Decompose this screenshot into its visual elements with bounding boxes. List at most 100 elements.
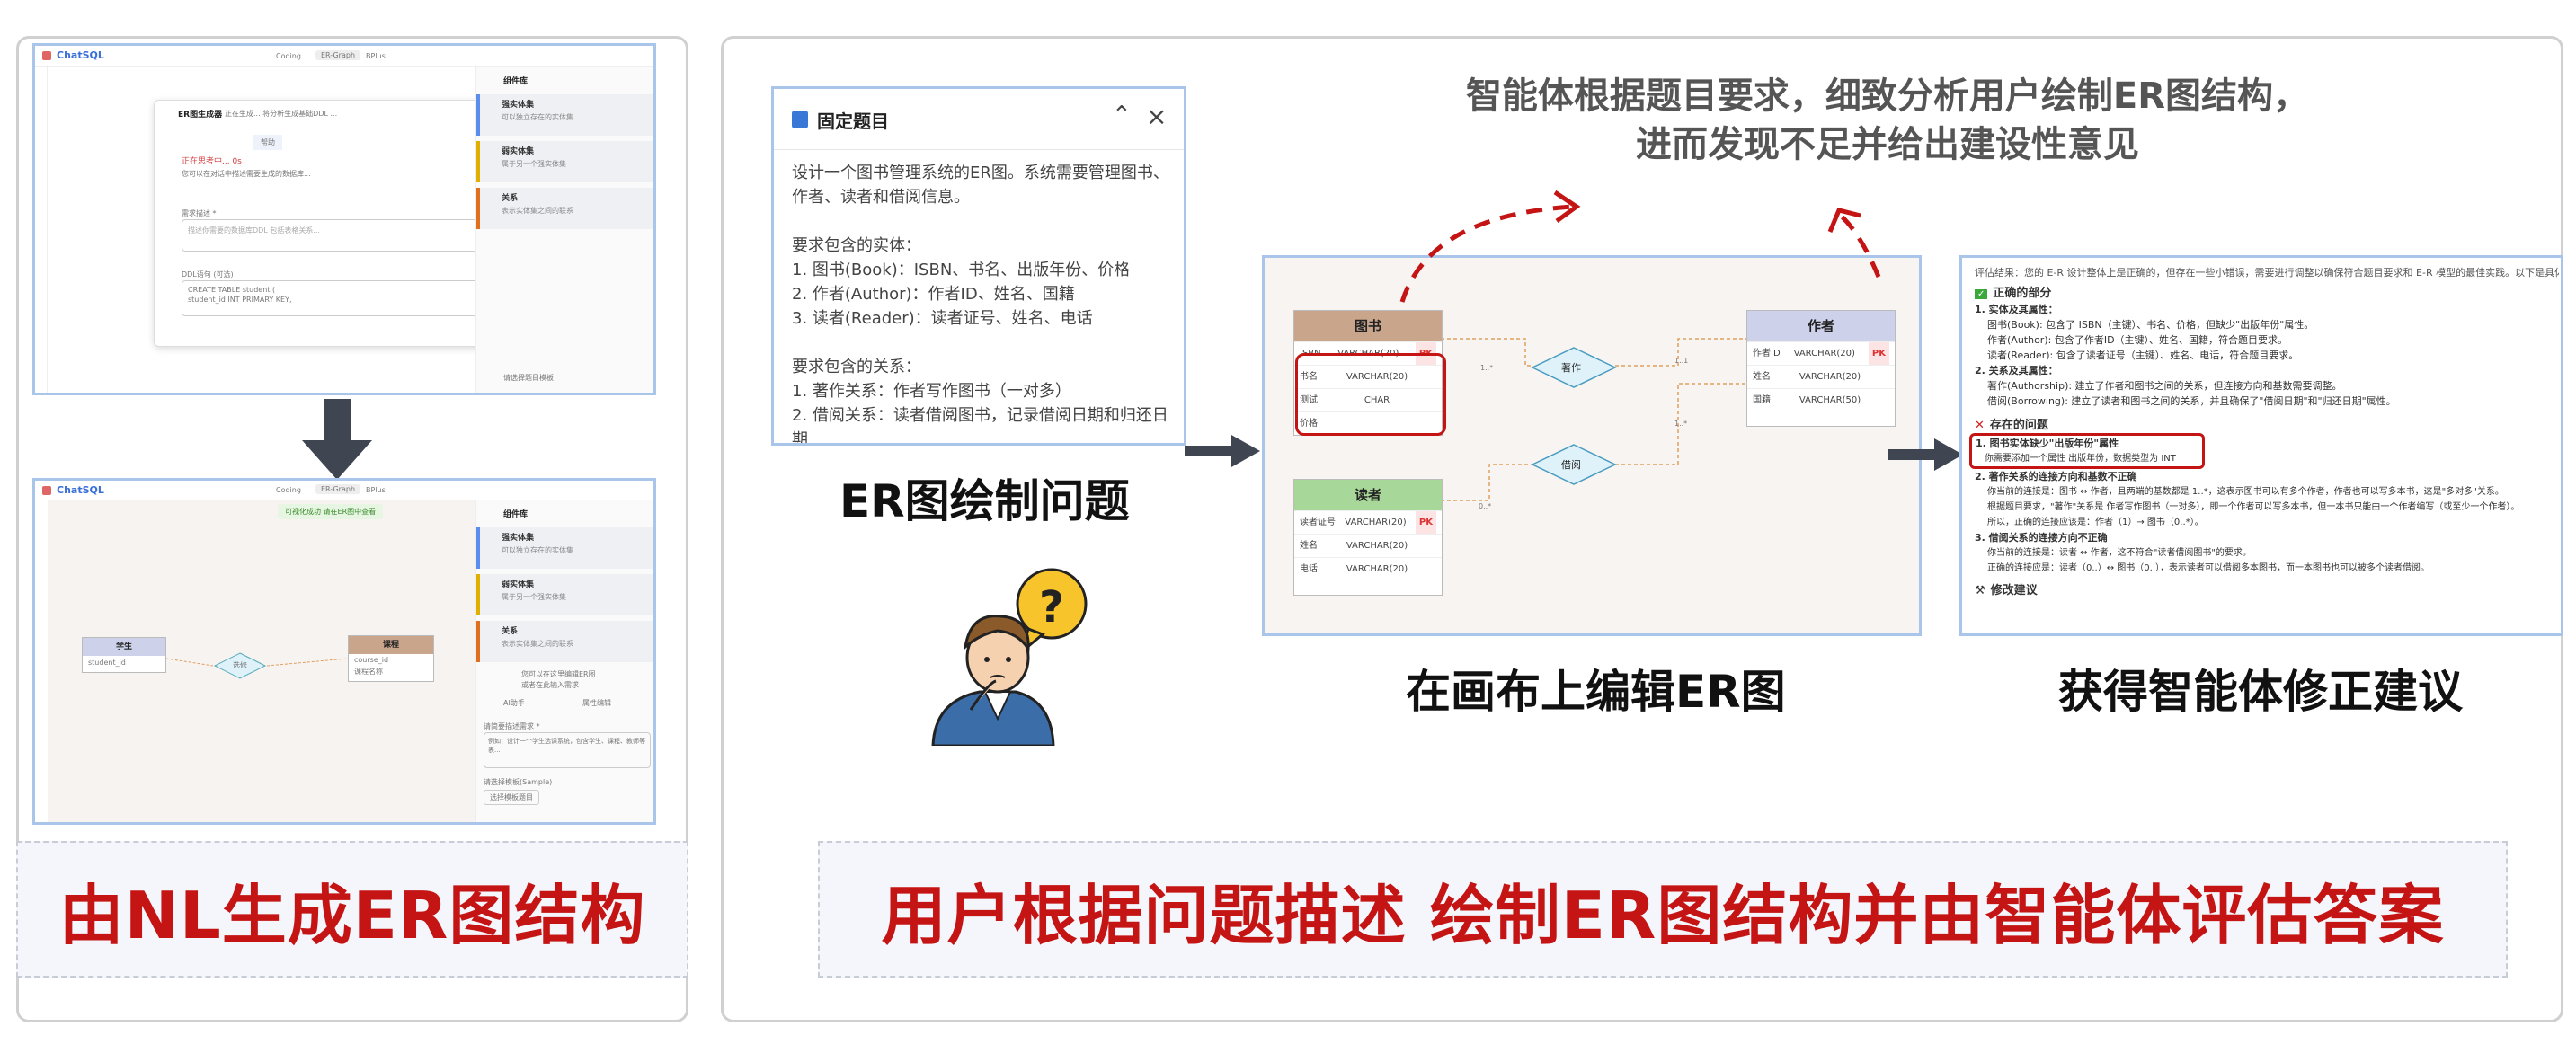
entity-header: 课程 [349, 636, 433, 654]
edge-lines [166, 658, 349, 667]
tab-bplus[interactable]: BPlus [366, 52, 386, 60]
ddl-line-2: student_id INT PRIMARY KEY, [188, 296, 292, 304]
entity-attribute-row[interactable]: 电话 VARCHAR(20) [1294, 557, 1442, 580]
side-card-desc: 表示实体集之间的联系 [502, 640, 573, 648]
entity-header: 作者 [1747, 311, 1895, 341]
app-header: ChatSQL Coding ER-Graph BPlus [35, 481, 653, 500]
tab-er-graph[interactable]: ER-Graph [315, 50, 361, 60]
feedback-body: 评估结果：您的 E-R 设计整体上是正确的，但存在一些小错误，需要进行调整以确保… [1969, 265, 2559, 598]
feedback-line: 你当前的连接是：读者 ↔ 作者，这不符合"读者借阅图书"的要求。 [1987, 548, 2252, 558]
top-screenshot: ChatSQL Coding ER-Graph BPlus ER图生成器 正在生… [32, 43, 656, 395]
cardinality-label: 1..* [1674, 420, 1688, 428]
feedback-line: 读者(Reader): 包含了读者证号（主键）、姓名、电话，符合题目要求。 [1987, 350, 2299, 361]
chat-message: 帮助 [253, 135, 282, 150]
chevron-up-icon[interactable]: ⌃ [1112, 102, 1132, 128]
side-card-strong[interactable]: 强实体集 可以独立存在的实体集 [476, 94, 653, 136]
requirement-placeholder: 描述你需要的数据库DDL 包括表格关系... [188, 226, 320, 234]
canvas-caption: 在画布上编辑ER图 [1406, 666, 1786, 718]
requirement-input[interactable]: 例如：设计一个学生选课系统，包含学生、课程、教师等表... [484, 732, 651, 768]
entity-row: 课程名称 [354, 668, 383, 676]
component-panel-title: 组件库 [503, 510, 529, 519]
side-card-strong[interactable]: 强实体集 可以独立存在的实体集 [476, 527, 653, 569]
requirement-text: 例如：设计一个学生选课系统，包含学生、课程、教师等表... [488, 738, 645, 754]
requirement-input[interactable]: 描述你需要的数据库DDL 包括表格关系... [182, 219, 514, 252]
entity-reader[interactable]: 读者 读者证号 VARCHAR(20) PK 姓名 VARCHAR(20) 电话 VARCH… [1293, 479, 1443, 596]
side-card-relation[interactable]: 关系 表示实体集之间的联系 [476, 621, 653, 662]
entity-author[interactable]: 作者 作者ID VARCHAR(20) PK 姓名 VARCHAR(20) 国籍 VARCH… [1746, 310, 1896, 427]
side-card-weak[interactable]: 弱实体集 属于另一个强实体集 [476, 574, 653, 615]
left-caption: 由NL生成ER图结构 [58, 877, 646, 953]
side-card-desc: 可以独立存在的实体集 [502, 113, 573, 121]
correct-header: ✓ 正确的部分 [1975, 286, 2559, 302]
cardinality-label: 1..* [1480, 364, 1494, 372]
issue-header-text: 存在的问题 [1989, 419, 2048, 432]
arrow-right-1 [1185, 435, 1260, 467]
hint-line-1: 您可以在这里编辑ER图 [521, 670, 596, 678]
ddl-input[interactable]: CREATE TABLE student ( student_id INT PR… [182, 280, 514, 316]
feedback-intro: 评估结果：您的 E-R 设计整体上是正确的，但存在一些小错误，需要进行调整以确保… [1975, 267, 2559, 279]
feedback-line: 1. 实体及其属性： [1975, 304, 2058, 315]
thinking-person-icon: ? [931, 568, 1088, 746]
component-panel-title: 组件库 [503, 77, 529, 86]
question-card-title: 固定题目 [817, 111, 889, 132]
app-name: ChatSQL [57, 49, 104, 61]
entity-row: course_id [354, 656, 389, 664]
annotation-arrows [1399, 190, 1881, 303]
attribute-name: 作者ID [1753, 349, 1781, 358]
error-highlight-box [1295, 353, 1446, 436]
attribute-key: PK [1415, 511, 1436, 534]
entity-row: student_id [88, 659, 126, 667]
relation-line: 1. 著作关系：作者写作图书（一对多） [792, 382, 1071, 401]
correct-header-text: 正确的部分 [1993, 287, 2052, 300]
check-icon: ✓ [1975, 289, 1988, 299]
agent-annotation: 智能体根据题目要求，细致分析用户绘制ER图结构， 进而发现不足并给出建设性意见 [1348, 72, 2427, 169]
side-bottom-button[interactable]: 请选择题目模板 [503, 373, 554, 383]
cardinality-label: 0..* [1479, 502, 1492, 510]
tab-bplus[interactable]: BPlus [366, 486, 386, 494]
tab-er-graph[interactable]: ER-Graph [315, 484, 361, 494]
app-header: ChatSQL Coding ER-Graph BPlus [35, 46, 653, 67]
tab-coding[interactable]: Coding [276, 486, 301, 494]
issue-header: ✕ 存在的问题 [1975, 418, 2559, 433]
side-card-relation[interactable]: 关系 表示实体集之间的联系 [476, 188, 653, 229]
entity-header: 学生 [83, 638, 165, 656]
side-card-weak[interactable]: 弱实体集 属于另一个强实体集 [476, 141, 653, 182]
status-text: 正在思考中... 0s [182, 157, 242, 166]
ddl-line-1: CREATE TABLE student ( [188, 286, 276, 294]
entity-attribute-row[interactable]: 国籍 VARCHAR(50) [1747, 388, 1895, 411]
component-panel: 组件库 强实体集 可以独立存在的实体集 弱实体集 属于另一个强实体集 关系 表示实体集… [475, 500, 653, 822]
issue-highlight: 1. 图书实体缺少"出版年份"属性 你需要添加一个属性 出版年份，数据类型为 I… [1969, 433, 2205, 469]
success-toast: 可视化成功 请在ER图中查看 [278, 504, 384, 519]
svg-text:?: ? [1039, 582, 1064, 633]
entity-line: 3. 读者(Reader)：读者证号、姓名、电话 [792, 309, 1093, 328]
entity-header: 读者 [1294, 480, 1442, 510]
er-canvas[interactable]: 1..* 1..1 0..* 1..* 图书 ISBN VARCHAR(20) PK… [1262, 255, 1922, 636]
cardinality-label: 1..1 [1674, 357, 1689, 365]
entity-line: 1. 图书(Book)：ISBN、书名、出版年份、价格 [792, 261, 1131, 279]
attribute-type: VARCHAR(20) [1346, 564, 1408, 574]
close-icon[interactable]: × [1146, 102, 1167, 131]
entity-student[interactable]: 学生 student_id [82, 637, 166, 673]
relation-line: 2. 借阅关系：读者借阅图书，记录借阅日期和归还日期 [792, 406, 1168, 446]
question-paragraph: 设计一个图书管理系统的ER图。系统需要管理图书、作者、读者和借阅信息。 [792, 164, 1169, 207]
attribute-name: 姓名 [1300, 541, 1318, 551]
entity-attribute-row[interactable]: 作者ID VARCHAR(20) PK [1747, 341, 1895, 365]
side-card-desc: 属于另一个强实体集 [502, 593, 566, 601]
tab-ai[interactable]: AI助手 [503, 698, 525, 708]
tab-attr[interactable]: 属性编辑 [582, 698, 611, 708]
side-card-desc: 表示实体集之间的联系 [502, 207, 573, 215]
tab-coding[interactable]: Coding [276, 52, 301, 60]
entity-attribute-row[interactable]: 姓名 VARCHAR(20) [1294, 534, 1442, 557]
question-card-header: 固定题目 ⌃ × [774, 89, 1184, 150]
example-button[interactable]: 选择模板题目 [484, 790, 539, 805]
feedback-line: 你当前的连接是：图书 ↔ 作者，且两端的基数都是 1..*，这表示图书可以有多个… [1987, 487, 2504, 497]
attribute-name: 姓名 [1753, 372, 1771, 382]
entity-attribute-row[interactable]: 读者证号 VARCHAR(20) PK [1294, 510, 1442, 534]
question-caption: ER图绘制问题 [839, 475, 1130, 527]
question-card-body: 设计一个图书管理系统的ER图。系统需要管理图书、作者、读者和借阅信息。 要求包含… [792, 161, 1169, 446]
app-logo-icon [42, 486, 51, 495]
app-name: ChatSQL [57, 484, 104, 496]
entity-attribute-row[interactable]: 姓名 VARCHAR(20) [1747, 365, 1895, 388]
entity-course[interactable]: 课程 course_id 课程名称 [348, 635, 434, 682]
feedback-line: 作者(Author): 包含了作者ID（主键）、姓名、国籍，符合题目要求。 [1987, 334, 2288, 346]
